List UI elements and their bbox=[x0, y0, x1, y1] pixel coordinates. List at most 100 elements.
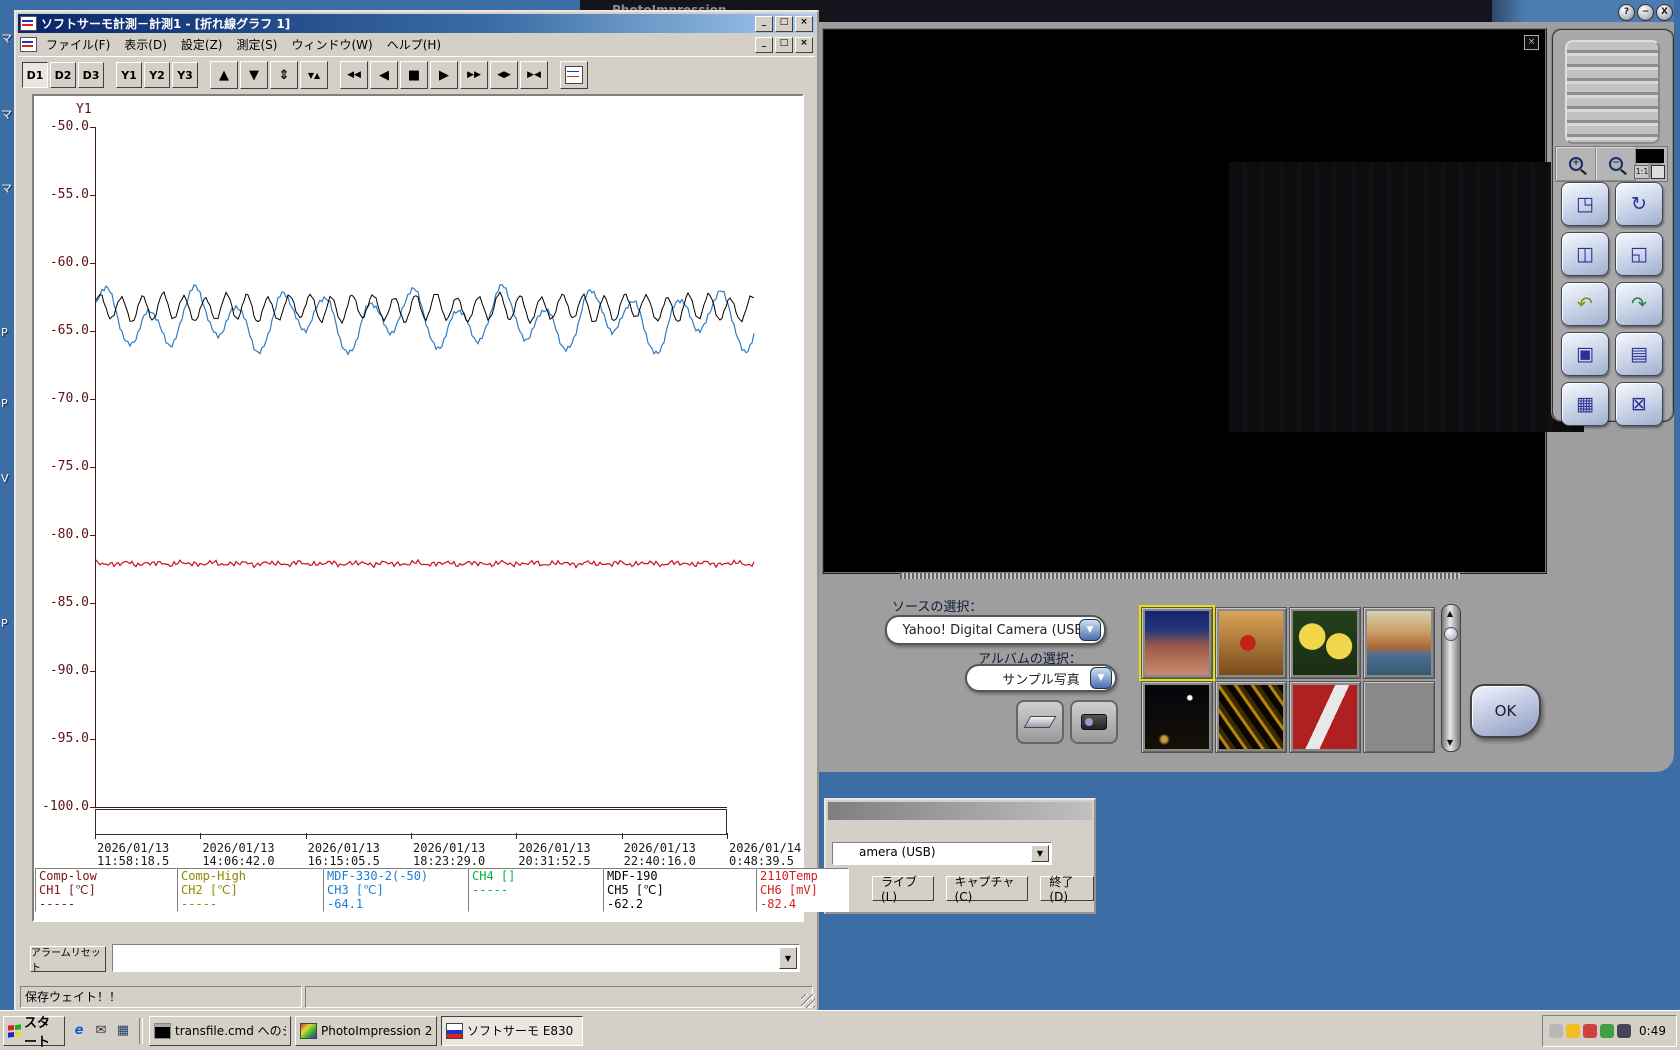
toolbar-nav-transport-1[interactable]: ◀ bbox=[370, 61, 398, 89]
image-viewport[interactable]: × bbox=[822, 28, 1547, 574]
capture-button-ライブ(L)[interactable]: ライブ(L) bbox=[872, 876, 934, 901]
record-icon[interactable] bbox=[1583, 1024, 1597, 1038]
menu-ウィンドウ(W)[interactable]: ウィンドウ(W) bbox=[284, 35, 379, 54]
mirror-button[interactable]: ◫ bbox=[1561, 232, 1609, 276]
toolbar-nav-vertical-3[interactable]: ▼▲ bbox=[300, 61, 328, 89]
toolbar-button-D2[interactable]: D2 bbox=[50, 62, 76, 88]
start-button[interactable]: スタート bbox=[3, 1016, 65, 1046]
printer-icon[interactable] bbox=[1549, 1024, 1563, 1038]
paste-button[interactable]: ▤ bbox=[1615, 332, 1663, 376]
toolbar-button-Y2[interactable]: Y2 bbox=[144, 62, 170, 88]
capture-button-終了(D)[interactable]: 終了(D) bbox=[1040, 876, 1094, 901]
acquire-scanner-button[interactable] bbox=[1016, 700, 1064, 744]
toolbar-button-D3[interactable]: D3 bbox=[78, 62, 104, 88]
crop-button[interactable]: ◱ bbox=[1615, 232, 1663, 276]
minimize-button[interactable]: _ bbox=[755, 16, 773, 32]
desktop-icon-fragment[interactable]: マ bbox=[1, 30, 12, 46]
restore-button[interactable]: □ bbox=[775, 16, 793, 32]
restore-button[interactable]: □ bbox=[775, 37, 793, 53]
toolbar-nav-vertical-0[interactable]: ▲ bbox=[210, 61, 238, 89]
alarm-combobox[interactable]: ▼ bbox=[112, 944, 800, 972]
mail-icon[interactable]: ✉ bbox=[91, 1021, 111, 1041]
menu-表示(D)[interactable]: 表示(D) bbox=[117, 35, 174, 54]
thumbnail-light-trails[interactable] bbox=[1215, 681, 1287, 753]
toolbar-nav-vertical-1[interactable]: ▼ bbox=[240, 61, 268, 89]
toolbar-nav-transport-4[interactable]: ▶▶ bbox=[460, 61, 488, 89]
album-select-dropdown[interactable]: サンプル写真 ▼ bbox=[965, 664, 1117, 692]
internet-explorer-icon[interactable]: e bbox=[69, 1021, 89, 1041]
alarm-reset-button[interactable]: アラームリセット bbox=[30, 946, 106, 972]
toolbar-button-Y1[interactable]: Y1 bbox=[116, 62, 142, 88]
scroll-down-icon[interactable]: ▼ bbox=[1443, 735, 1457, 750]
chevron-down-icon[interactable]: ▼ bbox=[1090, 667, 1112, 689]
delete-button[interactable]: ▦ bbox=[1561, 382, 1609, 426]
toolbar-nav-transport-6[interactable]: ▶◀ bbox=[520, 61, 548, 89]
window-minimize-button[interactable]: − bbox=[1637, 4, 1654, 21]
chevron-down-icon[interactable]: ▼ bbox=[1031, 845, 1049, 862]
toolbar-button-Y3[interactable]: Y3 bbox=[172, 62, 198, 88]
thumbnail-scrollbar[interactable]: ▲ ▼ bbox=[1441, 604, 1461, 752]
menu-ファイル(F)[interactable]: ファイル(F) bbox=[39, 35, 117, 54]
toolbar-nav-vertical-2[interactable]: ⇕ bbox=[270, 61, 298, 89]
acquire-camera-button[interactable] bbox=[1070, 700, 1118, 744]
redo-button[interactable]: ↷ bbox=[1615, 282, 1663, 326]
thumbnail-ship-flag[interactable] bbox=[1289, 681, 1361, 753]
toolbar-button-D1[interactable]: D1 bbox=[22, 62, 48, 88]
zoom-in-button[interactable]: + bbox=[1556, 147, 1596, 181]
window-help-button[interactable]: ? bbox=[1618, 4, 1635, 21]
thumbnail-cloud-sky[interactable] bbox=[1363, 681, 1435, 753]
copy-button[interactable]: ▣ bbox=[1561, 332, 1609, 376]
desktop-icon-fragment[interactable]: P bbox=[1, 397, 8, 410]
minimize-button[interactable]: _ bbox=[755, 37, 773, 53]
thumbnail-night-city[interactable] bbox=[1141, 681, 1213, 753]
task-thermo[interactable]: ソフトサーモ E830 bbox=[441, 1016, 583, 1046]
alert-icon[interactable] bbox=[1566, 1024, 1580, 1038]
camera-source-combobox[interactable]: amera (USB) ▼ bbox=[832, 842, 1052, 865]
desktop-icon-fragment[interactable]: マ bbox=[1, 106, 12, 122]
viewport-close-icon[interactable]: × bbox=[1524, 35, 1539, 50]
zoom-out-button[interactable]: − bbox=[1596, 147, 1636, 181]
show-desktop-icon[interactable]: ▦ bbox=[113, 1021, 133, 1041]
scrollbar-thumb[interactable] bbox=[1444, 627, 1458, 641]
thumbnail-yellow-flowers[interactable] bbox=[1289, 607, 1361, 679]
volume-icon[interactable] bbox=[1617, 1024, 1631, 1038]
undo-button[interactable]: ↶ bbox=[1561, 282, 1609, 326]
network-icon[interactable] bbox=[1600, 1024, 1614, 1038]
rotate-button[interactable]: ↻ bbox=[1615, 182, 1663, 226]
fit-window-icon[interactable] bbox=[1651, 165, 1665, 179]
toolbar-nav-transport-3[interactable]: ▶ bbox=[430, 61, 458, 89]
capture-dialog-titlebar[interactable] bbox=[828, 802, 1092, 820]
desktop-icon-fragment[interactable]: マ bbox=[1, 180, 12, 196]
time-scroll-box[interactable] bbox=[95, 809, 727, 835]
toolbar-nav-transport-5[interactable]: ◀▶ bbox=[490, 61, 518, 89]
window-close-button[interactable]: X bbox=[1656, 4, 1673, 21]
chart-view-button[interactable] bbox=[560, 61, 588, 89]
thumbnail-cardinal-bird[interactable] bbox=[1215, 607, 1287, 679]
menu-測定(S)[interactable]: 測定(S) bbox=[229, 35, 284, 54]
toolbar-nav-transport-2[interactable]: ■ bbox=[400, 61, 428, 89]
resize-grip[interactable] bbox=[801, 994, 815, 1008]
desktop-icon-fragment[interactable]: P bbox=[1, 326, 8, 339]
source-select-dropdown[interactable]: Yahoo! Digital Camera (USB) ▼ bbox=[885, 615, 1106, 645]
desktop-icon-fragment[interactable]: V bbox=[1, 472, 9, 485]
close-image-button[interactable]: ⊠ bbox=[1615, 382, 1663, 426]
task-cmd[interactable]: transfile.cmd へのショート... bbox=[149, 1016, 291, 1046]
close-button[interactable]: × bbox=[795, 16, 813, 32]
resize-button[interactable]: ◳ bbox=[1561, 182, 1609, 226]
scroll-up-icon[interactable]: ▲ bbox=[1443, 606, 1457, 621]
capture-button-キャプチャ(C)[interactable]: キャプチャ(C) bbox=[946, 876, 1029, 901]
chevron-down-icon[interactable]: ▼ bbox=[779, 947, 797, 969]
chevron-down-icon[interactable]: ▼ bbox=[1079, 619, 1101, 641]
thermo-titlebar[interactable]: ソフトサーモ計測－計測1 - [折れ線グラフ 1] _□× bbox=[18, 14, 815, 33]
task-photoimpression[interactable]: PhotoImpression 2000 bbox=[295, 1016, 437, 1046]
close-button[interactable]: × bbox=[795, 37, 813, 53]
menu-ヘルプ(H)[interactable]: ヘルプ(H) bbox=[380, 35, 448, 54]
menu-設定(Z)[interactable]: 設定(Z) bbox=[174, 35, 230, 54]
toolbar-nav-transport-0[interactable]: ◀◀ bbox=[340, 61, 368, 89]
desktop-icon-fragment[interactable]: P bbox=[1, 617, 8, 630]
panel-grip[interactable] bbox=[1565, 40, 1660, 144]
zoom-ratio-button[interactable]: 1:1 bbox=[1634, 165, 1650, 179]
thumbnail-rock-spires[interactable] bbox=[1141, 607, 1213, 679]
thumbnail-harbor-town[interactable] bbox=[1363, 607, 1435, 679]
ok-button[interactable]: OK bbox=[1470, 684, 1541, 738]
